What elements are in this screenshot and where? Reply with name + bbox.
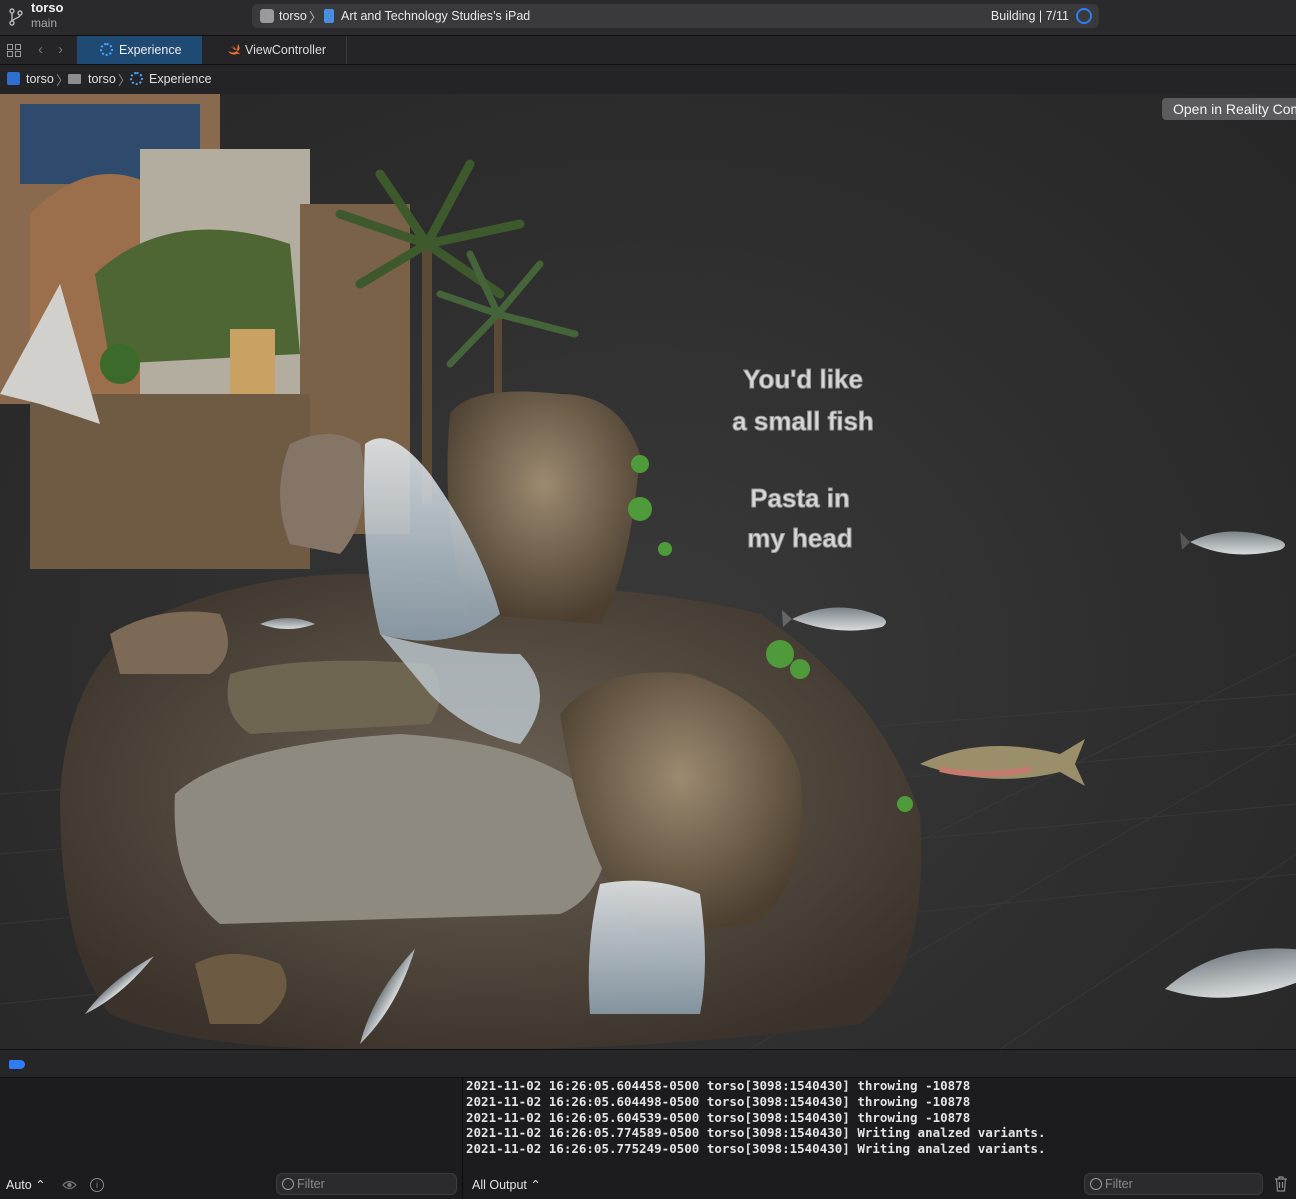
open-in-reality-composer-button[interactable]: Open in Reality Composer <box>1162 98 1296 120</box>
console-pane: 2021-11-02 16:26:05.604458-0500 torso[30… <box>463 1078 1296 1199</box>
chevron-right-icon: 〉 <box>309 10 323 25</box>
destination-selector[interactable]: Art and Technology Studies’s iPad <box>341 9 530 23</box>
console-filter[interactable] <box>1084 1173 1263 1195</box>
related-items-grid-icon[interactable] <box>7 44 21 57</box>
breadcrumb: torso 〉 torso 〉 Experience <box>0 65 1296 94</box>
editor-tab-bar: ‹ › Experience ViewController <box>0 36 1296 65</box>
app-target-icon <box>260 9 274 23</box>
swift-icon <box>228 44 240 55</box>
debug-bar <box>0 1049 1296 1078</box>
reality-composer-icon <box>100 43 113 56</box>
console-line: 2021-11-02 16:26:05.774589-0500 torso[30… <box>466 1125 1046 1141</box>
info-icon[interactable]: i <box>90 1178 104 1192</box>
console-line: 2021-11-02 16:26:05.604458-0500 torso[30… <box>466 1078 971 1093</box>
variables-filter-input[interactable] <box>297 1176 437 1192</box>
scheme-selector[interactable]: torso <box>279 9 307 23</box>
scene-text-line: You'd like <box>743 364 863 394</box>
build-status-text: Building | 7/11 <box>990 9 1069 23</box>
variables-pane: Auto ⌃ i <box>0 1078 463 1199</box>
tab-experience[interactable]: Experience <box>77 36 202 64</box>
tab-label: Experience <box>119 43 182 57</box>
scene-text-line: Pasta in <box>750 483 850 513</box>
project-icon <box>7 72 20 85</box>
debug-area-toggle-icon[interactable] <box>9 1060 25 1069</box>
scene-text-line: my head <box>747 523 853 553</box>
console-filter-input[interactable] <box>1105 1176 1245 1192</box>
build-progress-icon <box>1076 8 1092 24</box>
branch-name[interactable]: main <box>31 16 57 30</box>
variables-filter[interactable] <box>276 1173 457 1195</box>
console-line: 2021-11-02 16:26:05.604498-0500 torso[30… <box>466 1093 971 1109</box>
source-control-branch-icon[interactable] <box>8 8 24 26</box>
scene-render: You'd like a small fish Pasta in my head <box>0 94 1296 1049</box>
filter-icon <box>282 1178 294 1190</box>
scheme-destination-bar[interactable]: torso 〉 Art and Technology Studies’s iPa… <box>252 4 1099 28</box>
tab-label: ViewController <box>245 43 327 57</box>
breadcrumb-item-project[interactable]: torso <box>26 72 54 86</box>
scene-3d-text: You'd like a small fish Pasta in my head <box>732 364 875 554</box>
breadcrumb-item-file[interactable]: Experience <box>149 72 212 86</box>
console-line: 2021-11-02 16:26:05.604539-0500 torso[30… <box>466 1109 971 1125</box>
chevron-right-icon: 〉 <box>118 73 132 88</box>
project-name[interactable]: torso <box>31 0 64 15</box>
reality-scene-viewport[interactable]: You'd like a small fish Pasta in my head… <box>0 94 1296 1049</box>
button-label: Open in Reality Composer <box>1173 101 1296 117</box>
trash-icon[interactable] <box>1274 1176 1288 1192</box>
tab-viewcontroller[interactable]: ViewController <box>205 36 347 64</box>
scene-text-line: a small fish <box>732 406 874 436</box>
console-line: 2021-11-02 16:26:05.775249-0500 torso[30… <box>466 1141 1046 1157</box>
console-log: 2021-11-02 16:26:05.604458-0500 torso[30… <box>466 1078 1045 1157</box>
variables-scope-select[interactable]: Auto ⌃ <box>6 1177 46 1192</box>
reality-composer-icon <box>130 72 143 85</box>
ipad-device-icon <box>324 9 334 23</box>
console-output-select[interactable]: All Output ⌃ <box>472 1177 541 1192</box>
window-toolbar: torso main torso 〉 Art and Technology St… <box>0 0 1296 36</box>
navigate-forward-icon[interactable]: › <box>58 41 63 58</box>
filter-icon <box>1090 1178 1102 1190</box>
eye-icon[interactable] <box>62 1179 77 1191</box>
folder-icon <box>68 74 81 84</box>
breadcrumb-item-group[interactable]: torso <box>88 72 116 86</box>
navigate-back-icon[interactable]: ‹ <box>38 41 43 58</box>
